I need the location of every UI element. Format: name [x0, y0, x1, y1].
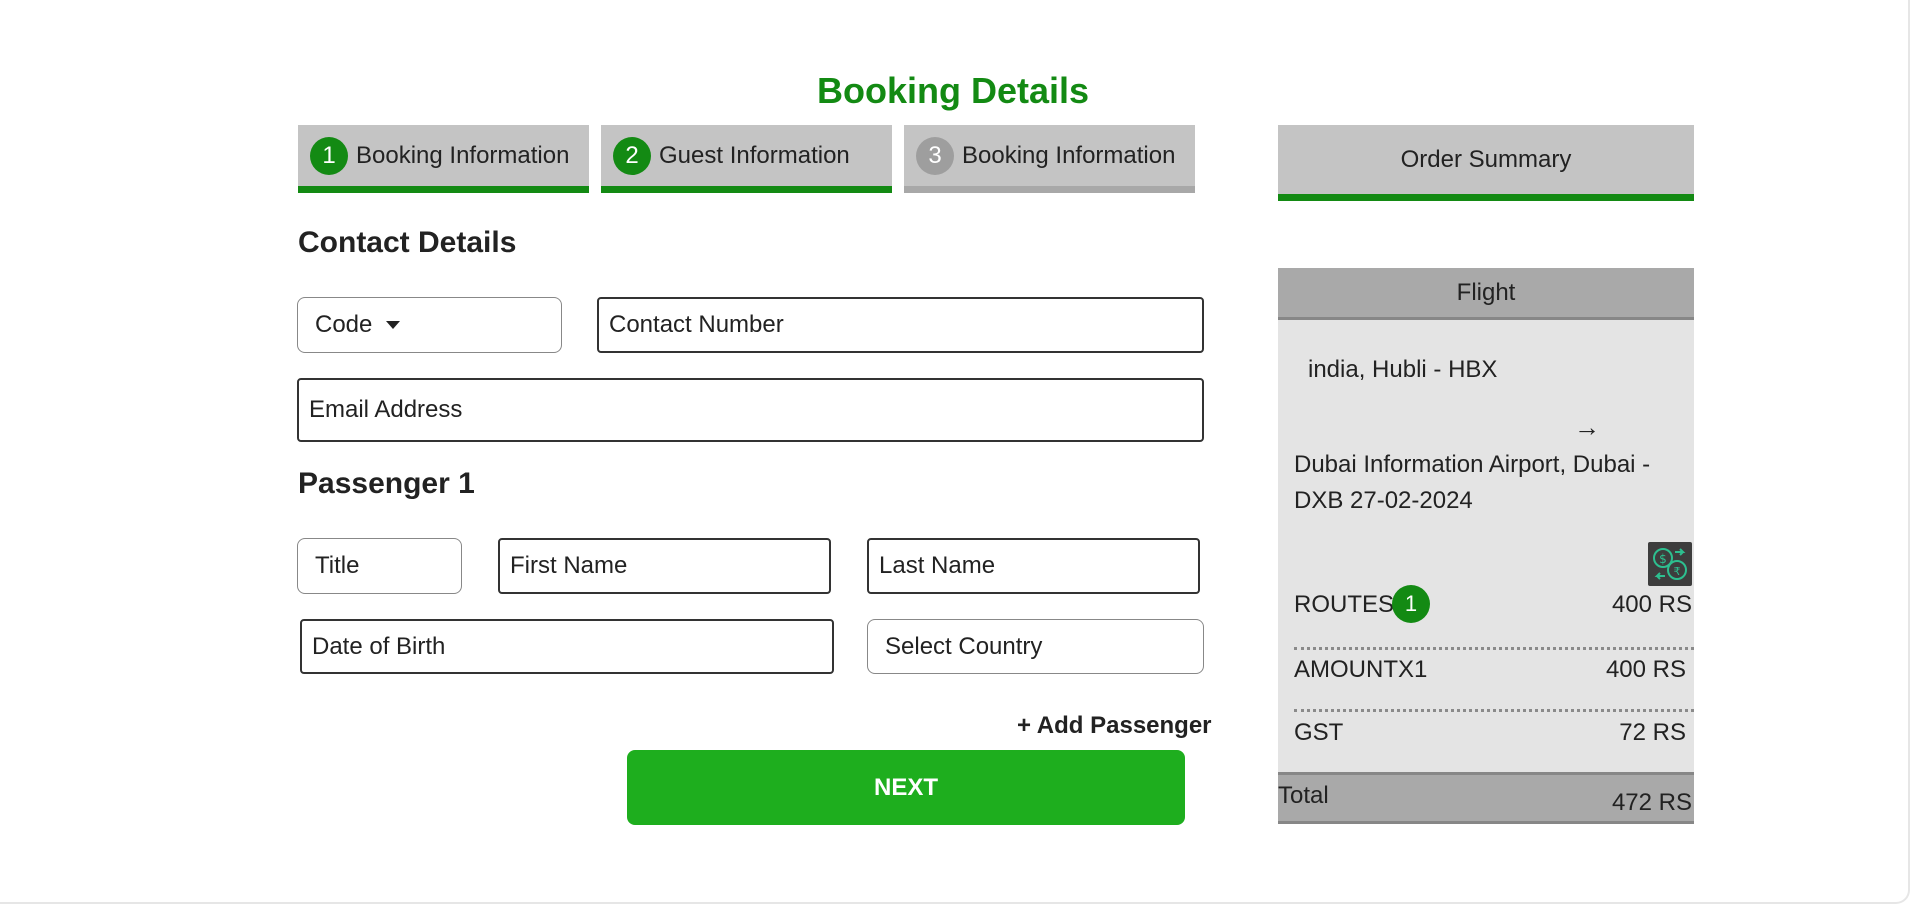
date-of-birth-input[interactable]: Date of Birth	[300, 619, 834, 674]
step-label: Guest Information	[659, 141, 850, 169]
country-code-select[interactable]: Code	[297, 297, 562, 353]
passenger-title-select[interactable]: Title	[297, 538, 462, 594]
arrow-right-icon: →	[1574, 412, 1600, 442]
routes-label: ROUTES	[1294, 591, 1395, 618]
total-label: Total	[1278, 782, 1329, 809]
summary-divider	[1294, 647, 1694, 650]
passenger-heading: Passenger 1	[298, 467, 475, 500]
flight-header: Flight	[1278, 268, 1694, 320]
select-country-dropdown[interactable]: Select Country	[867, 619, 1204, 674]
add-passenger-link[interactable]: + Add Passenger	[1017, 712, 1212, 740]
first-name-input[interactable]: First Name	[498, 538, 831, 594]
flight-label: Flight	[1456, 278, 1516, 306]
next-button[interactable]: NEXT	[627, 750, 1185, 825]
code-select-label: Code	[315, 311, 373, 338]
flight-summary-card: Flight india, Hubli - HBX → Dubai Inform…	[1278, 268, 1694, 824]
total-value: 472 RS	[1611, 789, 1692, 816]
svg-text:₹: ₹	[1674, 565, 1681, 578]
currency-exchange-icon[interactable]: $ ₹	[1648, 542, 1692, 586]
destination-line-1: Dubai Information Airport, Dubai -	[1294, 451, 1651, 478]
chevron-down-icon	[386, 321, 401, 329]
routes-count-badge: 1	[1392, 585, 1430, 623]
step-tab-booking-information-final[interactable]: 3 Booking Information	[904, 125, 1195, 193]
order-summary-label: Order Summary	[1400, 145, 1572, 173]
order-summary-tab[interactable]: Order Summary	[1278, 125, 1694, 201]
origin-text: india, Hubli - HBX	[1308, 356, 1498, 383]
contact-number-input[interactable]: Contact Number	[597, 297, 1204, 353]
contact-details-heading: Contact Details	[298, 226, 517, 259]
step-label: Booking Information	[962, 141, 1176, 169]
last-name-input[interactable]: Last Name	[867, 538, 1200, 594]
gst-value: 72 RS	[1619, 719, 1686, 746]
step-number-badge: 2	[613, 136, 651, 175]
email-address-input[interactable]: Email Address	[297, 378, 1204, 442]
step-number-badge: 3	[916, 136, 954, 175]
routes-value: 400 RS	[1611, 591, 1692, 618]
gst-label: GST	[1294, 719, 1344, 746]
destination-line-2: DXB 27-02-2024	[1294, 487, 1473, 514]
amount-label: AMOUNTX1	[1294, 656, 1428, 683]
page-title: Booking Details	[816, 70, 1090, 111]
step-tab-guest-information[interactable]: 2 Guest Information	[601, 125, 892, 193]
total-bar: Total 472 RS	[1278, 772, 1694, 824]
svg-text:$: $	[1659, 552, 1667, 566]
step-number-badge: 1	[310, 136, 348, 175]
summary-divider	[1294, 709, 1694, 712]
step-label: Booking Information	[356, 141, 570, 169]
amount-value: 400 RS	[1605, 656, 1686, 683]
step-tab-booking-information[interactable]: 1 Booking Information	[298, 125, 589, 193]
